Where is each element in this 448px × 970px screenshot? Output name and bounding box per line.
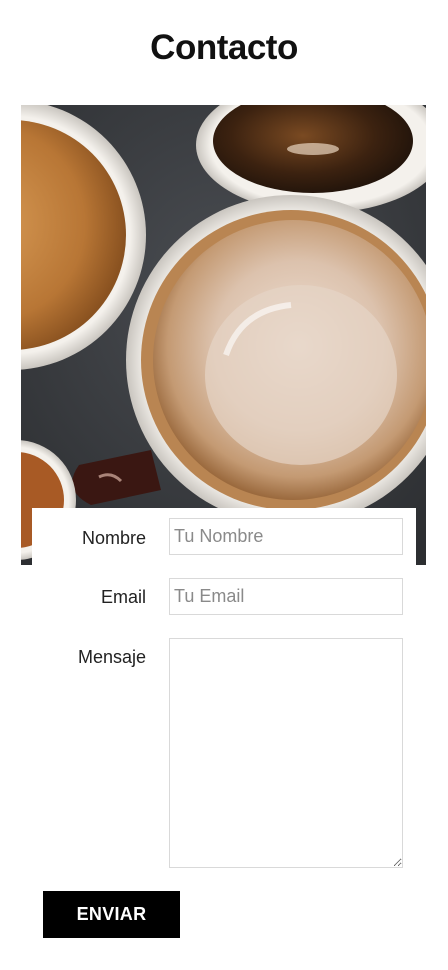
- email-input[interactable]: [169, 578, 403, 615]
- contact-page: Contacto Nombre Tu Nombre Email Tu Email…: [0, 0, 448, 970]
- name-input[interactable]: [169, 518, 403, 555]
- submit-button[interactable]: ENVIAR: [43, 891, 180, 938]
- message-textarea[interactable]: [169, 638, 403, 868]
- email-label: Email: [100, 587, 146, 607]
- coffee-cups-photo: [21, 105, 426, 565]
- page-title: Contacto: [150, 28, 298, 67]
- message-label: Mensaje: [77, 647, 146, 667]
- name-label: Nombre: [81, 528, 146, 548]
